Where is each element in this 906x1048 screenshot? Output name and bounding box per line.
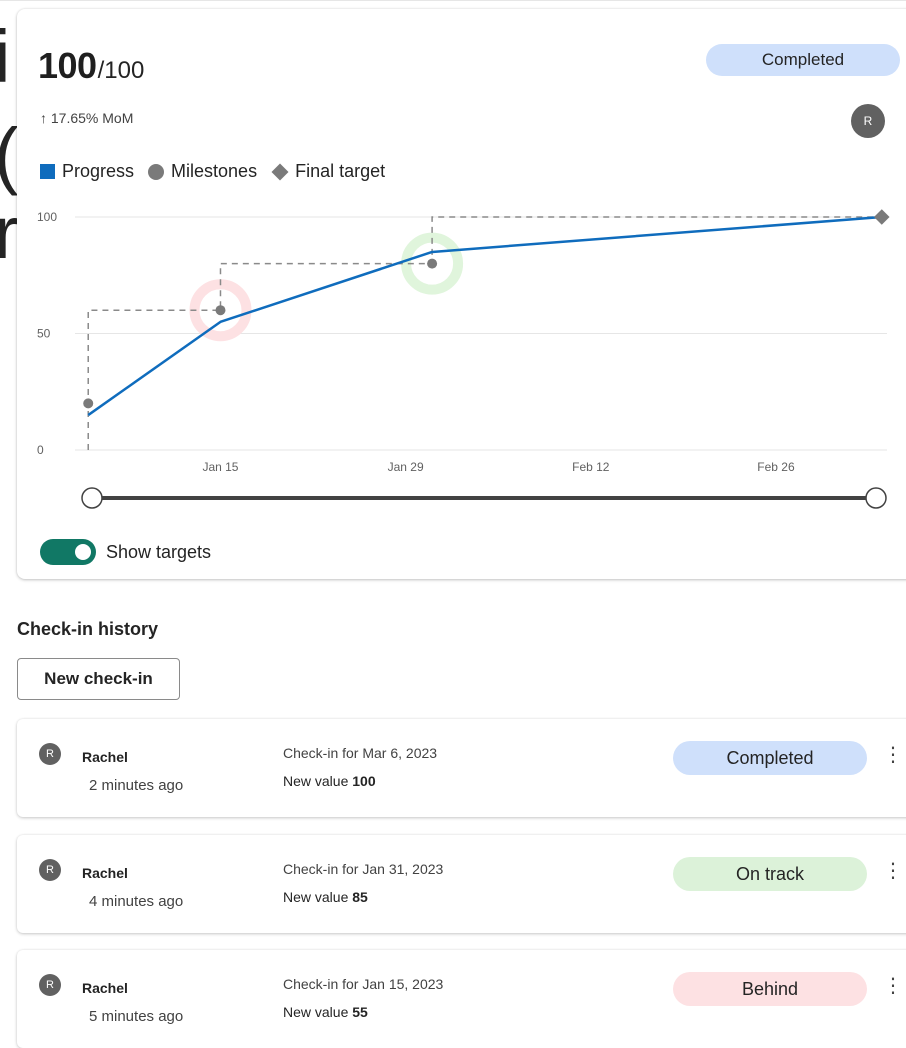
new-value-label: New value [283,773,353,789]
milestone-point [83,398,94,409]
show-targets-toggle[interactable] [40,539,96,565]
progress-card: 100 /100 Completed ↑ 17.65% MoM R Progre… [17,9,906,579]
author-avatar[interactable]: R [39,974,61,996]
range-slider-start-handle[interactable] [81,487,103,509]
check-in-time: 4 minutes ago [89,893,184,910]
more-options-icon[interactable]: ⋮ [883,976,903,996]
show-targets-label: Show targets [106,541,212,562]
author-name: Rachel [82,980,128,996]
new-value-number: 100 [352,773,376,789]
milestone-point [427,258,438,269]
range-slider-end-handle[interactable] [865,487,887,509]
author-name: Rachel [82,749,128,765]
check-in-date: Check-in for Jan 15, 2023 [283,976,444,992]
new-value: New value 85 [283,889,368,905]
check-in-status-badge: On track [673,857,867,891]
author-avatar[interactable]: R [39,859,61,881]
progress-chart: 100 50 0 Jan 15 Jan 29 Feb 12 Feb 26 [37,209,890,509]
check-in-status-badge: Completed [673,741,867,775]
toggle-knob [75,544,91,560]
x-tick-label: Jan 15 [202,460,238,474]
final-target-diamond [873,209,890,225]
more-options-icon[interactable]: ⋮ [883,861,903,881]
check-in-date: Check-in for Mar 6, 2023 [283,745,438,761]
new-value: New value 55 [283,1004,368,1020]
check-in-history-title: Check-in history [17,619,159,639]
bg-glyph: i [0,15,11,98]
author-name: Rachel [82,865,128,881]
milestone-point [215,305,226,316]
show-targets-row: Show targets [40,539,211,565]
progress-line [87,215,882,417]
check-in-status-badge: Behind [673,972,867,1006]
check-in-date: Check-in for Jan 31, 2023 [283,861,444,877]
new-value-number: 55 [352,1004,368,1020]
check-in-card[interactable]: R Rachel 2 minutes ago Check-in for Mar 6, … [17,719,906,817]
bg-glyph: r [0,191,19,274]
check-in-time: 5 minutes ago [89,1008,184,1025]
new-value: New value 100 [283,773,376,789]
new-value-label: New value [283,889,353,905]
x-tick-label: Feb 26 [757,460,795,474]
bg-glyph: ( [0,118,19,192]
top-divider [0,0,906,1]
x-tick-label: Feb 12 [572,460,610,474]
new-value-label: New value [283,1004,353,1020]
author-avatar[interactable]: R [39,743,61,765]
check-in-card[interactable]: R Rachel 4 minutes ago Check-in for Jan 31,… [17,835,906,933]
check-in-time: 2 minutes ago [89,777,184,794]
y-tick-label: 0 [37,443,44,457]
new-value-number: 85 [352,889,368,905]
x-tick-label: Jan 29 [388,460,424,474]
y-tick-label: 50 [37,327,51,341]
check-in-card[interactable]: R Rachel 5 minutes ago Check-in for Jan 15,… [17,950,906,1048]
more-options-icon[interactable]: ⋮ [883,745,903,765]
new-check-in-button[interactable]: New check-in [17,658,180,700]
y-tick-label: 100 [37,210,57,224]
